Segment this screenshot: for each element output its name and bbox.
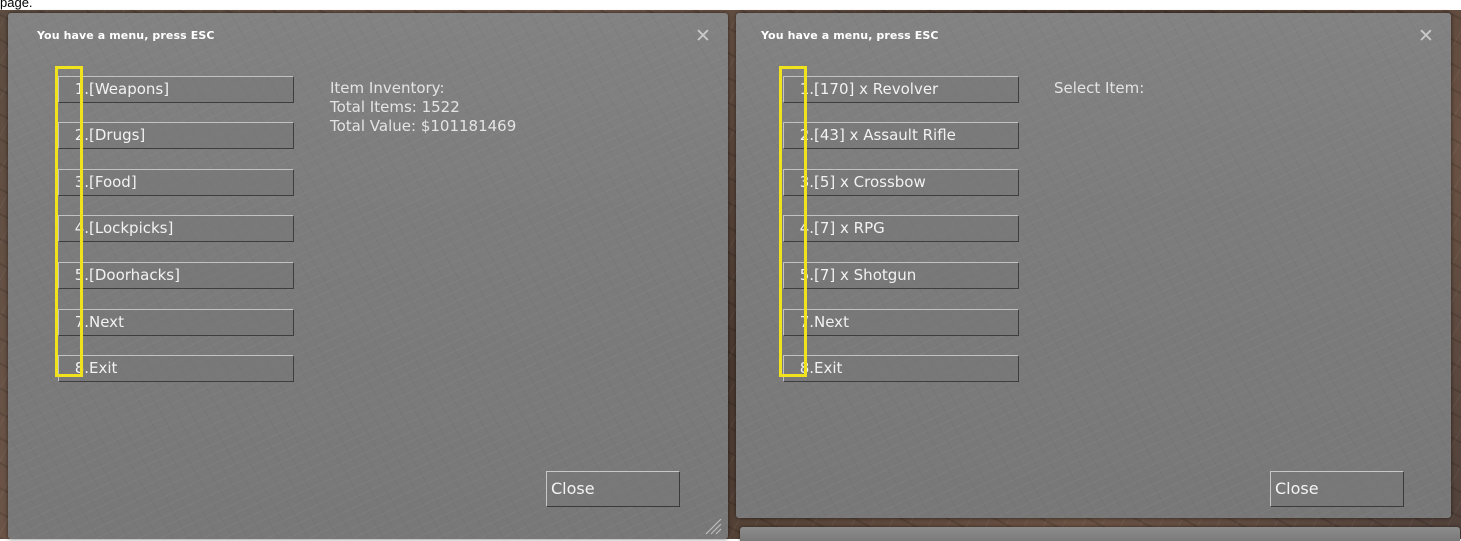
menu-item-number: 7. [74, 313, 89, 331]
inventory-info: Item Inventory: Total Items: 1522 Total … [330, 79, 516, 136]
menu-item-food[interactable]: 3.[Food] [58, 169, 294, 196]
menu-item-rpg[interactable]: 4.[7] x RPG [783, 215, 1019, 242]
menu-item-exit[interactable]: 8.Exit [58, 355, 294, 382]
info-line: Total Value: $101181469 [330, 117, 517, 135]
info-line: Select Item: [1054, 79, 1145, 97]
select-item-info: Select Item: [1054, 79, 1144, 98]
left-menu-window: You have a menu, press ESC ✕ 1.[Weapons]… [8, 13, 728, 539]
menu-item-shotgun[interactable]: 5.[7] x Shotgun [783, 262, 1019, 289]
window-title: You have a menu, press ESC [761, 29, 939, 42]
menu-item-number: 5. [74, 266, 89, 284]
right-menu-window: You have a menu, press ESC ✕ 1.[170] x R… [736, 13, 1451, 518]
menu-item-number: 3. [74, 173, 89, 191]
menu-item-number: 2. [799, 126, 814, 144]
menu-item-label: Exit [814, 359, 843, 377]
menu-item-assault-rifle[interactable]: 2.[43] x Assault Rifle [783, 122, 1019, 149]
menu-item-label: [Weapons] [89, 80, 170, 98]
menu-item-number: 3. [799, 173, 814, 191]
menu-item-label: [Lockpicks] [89, 219, 174, 237]
menu-item-next[interactable]: 7.Next [783, 309, 1019, 336]
menu-item-number: 1. [799, 80, 814, 98]
menu-item-doorhacks[interactable]: 5.[Doorhacks] [58, 262, 294, 289]
menu-item-label: [170] x Revolver [814, 80, 939, 98]
menu-item-label: [5] x Crossbow [814, 173, 926, 191]
close-button[interactable]: Close [546, 471, 680, 507]
menu-item-number: 8. [799, 359, 814, 377]
menu-item-drugs[interactable]: 2.[Drugs] [58, 122, 294, 149]
menu-item-label: [Drugs] [89, 126, 146, 144]
menu-item-number: 2. [74, 126, 89, 144]
window-title: You have a menu, press ESC [37, 29, 215, 42]
menu-item-label: Next [89, 313, 124, 331]
menu-item-number: 4. [74, 219, 89, 237]
menu-item-number: 5. [799, 266, 814, 284]
menu-item-crossbow[interactable]: 3.[5] x Crossbow [783, 169, 1019, 196]
menu-item-number: 8. [74, 359, 89, 377]
info-line: Total Items: 1522 [330, 98, 460, 116]
menu-item-lockpicks[interactable]: 4.[Lockpicks] [58, 215, 294, 242]
menu-item-label: Next [814, 313, 849, 331]
menu-item-number: 1. [74, 80, 89, 98]
resize-grip-icon[interactable] [702, 515, 722, 535]
menu-item-weapons[interactable]: 1.[Weapons] [58, 76, 294, 103]
menu-item-label: [43] x Assault Rifle [814, 126, 956, 144]
menu-item-label: Exit [89, 359, 118, 377]
close-icon[interactable]: ✕ [1417, 27, 1435, 46]
menu-item-next[interactable]: 7.Next [58, 309, 294, 336]
close-icon[interactable]: ✕ [694, 27, 712, 46]
menu-item-exit[interactable]: 8.Exit [783, 355, 1019, 382]
menu-item-label: [Doorhacks] [89, 266, 180, 284]
menu-item-label: [Food] [89, 173, 137, 191]
close-button[interactable]: Close [1270, 471, 1404, 507]
menu-item-number: 4. [799, 219, 814, 237]
menu-item-number: 7. [799, 313, 814, 331]
menu-item-label: [7] x Shotgun [814, 266, 917, 284]
menu-item-label: [7] x RPG [814, 219, 885, 237]
menu-item-revolver[interactable]: 1.[170] x Revolver [783, 76, 1019, 103]
info-line: Item Inventory: [330, 79, 445, 97]
